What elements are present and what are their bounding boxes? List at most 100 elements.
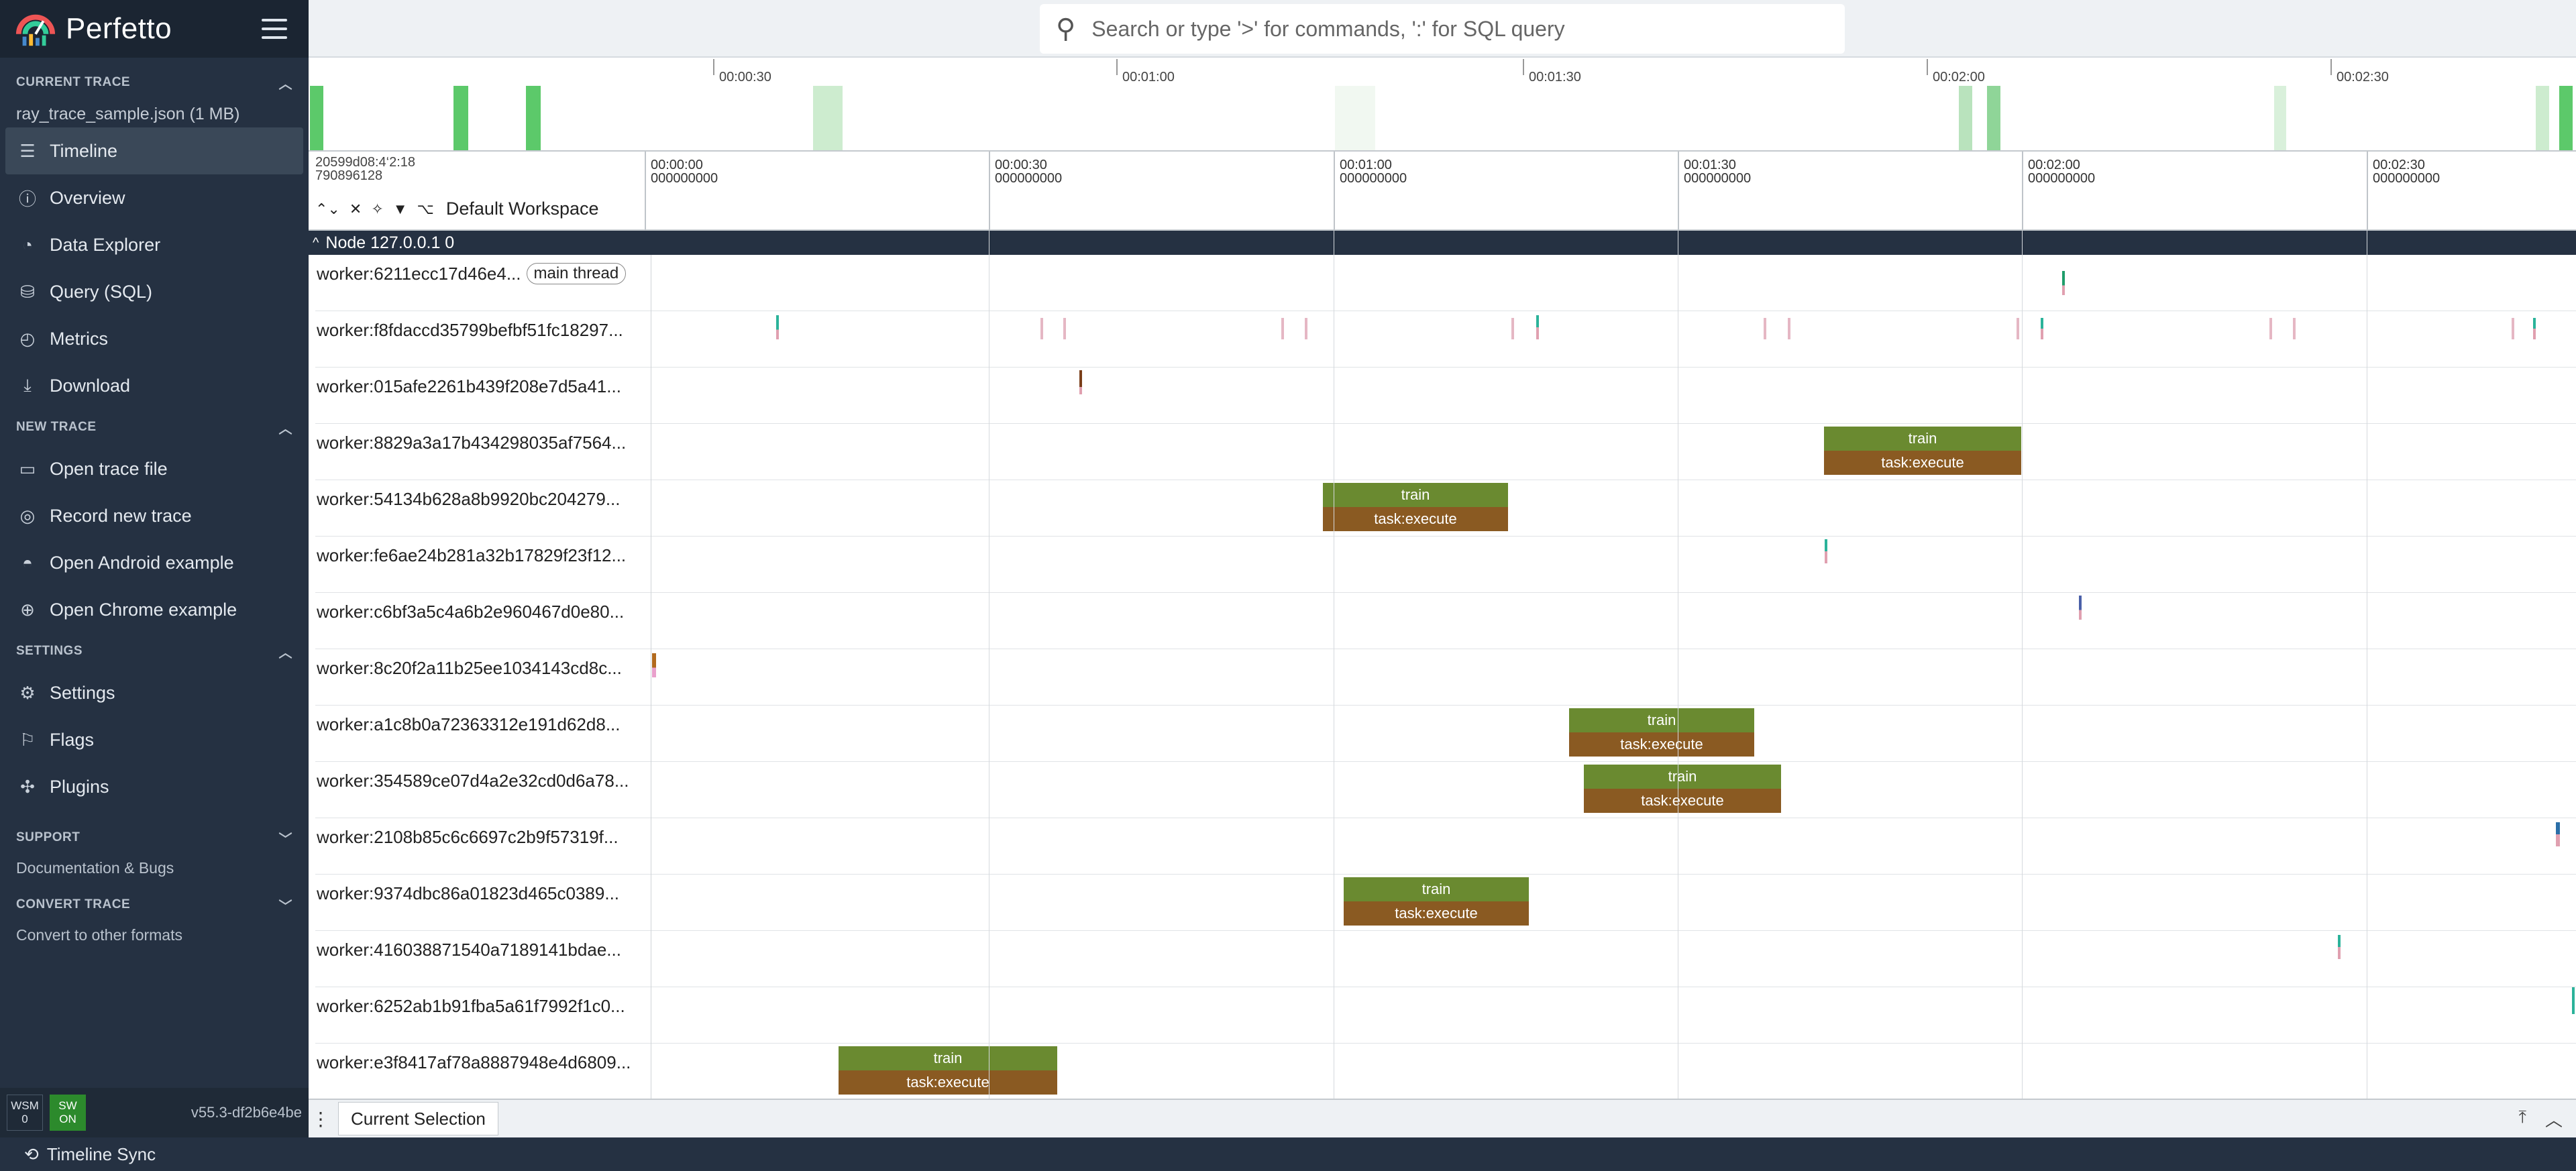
sidebar-item-settings[interactable]: ⚙ Settings xyxy=(0,669,309,716)
event-marker[interactable] xyxy=(1764,318,1766,339)
event-marker[interactable] xyxy=(2062,271,2065,295)
time-ruler[interactable]: 20599d08:4‘2:18 790896128 ⌃⌄ ✕ ✧ ▼ ⌥ Defa… xyxy=(309,152,2576,231)
track-name: worker:c6bf3a5c4a6b2e960467d0e80... xyxy=(317,601,625,622)
event-marker[interactable] xyxy=(2041,318,2043,339)
overview-activity-bar xyxy=(2536,86,2549,150)
overview-timeline[interactable]: 00:00:30 00:01:00 00:01:30 00:02:00 00:0… xyxy=(309,59,2576,152)
search-input[interactable] xyxy=(1091,16,1796,42)
sidebar-item-query[interactable]: ⛁ Query (SQL) xyxy=(0,268,309,315)
event-marker[interactable] xyxy=(2338,935,2341,959)
tab-current-selection[interactable]: Current Selection xyxy=(338,1102,498,1135)
omnibox[interactable]: ⚲ xyxy=(1040,4,1845,54)
event-marker[interactable] xyxy=(1063,318,1066,339)
train-slice[interactable]: train xyxy=(1584,765,1781,789)
sidebar-item-plugins[interactable]: ✣ Plugins xyxy=(0,763,309,810)
event-marker[interactable] xyxy=(1825,539,1827,563)
sidebar-item-metrics[interactable]: ◴ Metrics xyxy=(0,315,309,362)
train-slice[interactable]: train xyxy=(839,1046,1057,1070)
convert-trace-link[interactable]: Convert to other formats xyxy=(0,923,309,947)
section-current-trace[interactable]: CURRENT TRACE ︿ xyxy=(0,64,309,101)
track-row[interactable]: worker:6211ecc17d46e4... main thread xyxy=(315,255,2576,311)
node-group-header[interactable]: ^ Node 127.0.0.1 0 xyxy=(309,231,2576,255)
track-row[interactable]: worker:c6bf3a5c4a6b2e960467d0e80... xyxy=(315,593,2576,649)
event-marker[interactable] xyxy=(1536,315,1539,339)
train-slice[interactable]: train xyxy=(1323,483,1508,507)
track-row[interactable]: worker:8829a3a17b434298035af7564... trai… xyxy=(315,424,2576,480)
train-slice[interactable]: train xyxy=(1344,877,1529,901)
sidebar-item-open-chrome-example[interactable]: ⊕ Open Chrome example xyxy=(0,586,309,633)
unpin-icon[interactable]: ✧ xyxy=(371,201,383,218)
track-area[interactable]: ^ Node 127.0.0.1 0 worker:6211ecc17d46e4.… xyxy=(309,231,2576,1099)
event-marker[interactable] xyxy=(2533,318,2536,339)
expand-all-icon[interactable]: ⌃⌄ xyxy=(315,201,340,218)
event-marker[interactable] xyxy=(1040,318,1043,339)
task-execute-slice[interactable]: task:execute xyxy=(1323,507,1508,531)
track-row[interactable]: worker:a1c8b0a72363312e191d62d8... train… xyxy=(315,706,2576,762)
sidebar-item-data-explorer[interactable]: ◔ Data Explorer xyxy=(0,221,309,268)
workspace-selector[interactable]: Default Workspace xyxy=(446,199,599,219)
track-row[interactable]: worker:416038871540a7189141bdae... xyxy=(315,931,2576,987)
task-execute-slice[interactable]: task:execute xyxy=(1584,789,1781,813)
task-execute-slice[interactable]: task:execute xyxy=(1344,901,1529,926)
event-marker[interactable] xyxy=(1079,370,1082,394)
track-row[interactable]: worker:6252ab1b91fba5a61f7992f1c0... xyxy=(315,987,2576,1044)
task-execute-slice[interactable]: task:execute xyxy=(1824,451,2021,475)
event-marker[interactable] xyxy=(2293,318,2296,339)
event-marker[interactable] xyxy=(1788,318,1790,339)
filter-icon[interactable]: ▼ xyxy=(393,201,408,218)
overview-activity-bar xyxy=(1959,86,1972,150)
collapse-all-icon[interactable]: ✕ xyxy=(350,201,362,218)
overview-tick xyxy=(2330,59,2332,75)
event-marker[interactable] xyxy=(2556,822,2560,846)
track-row[interactable]: worker:9374dbc86a01823d465c0389... train… xyxy=(315,875,2576,931)
train-slice[interactable]: train xyxy=(1569,708,1754,732)
task-execute-slice[interactable]: task:execute xyxy=(839,1070,1057,1095)
track-row[interactable]: worker:354589ce07d4a2e32cd0d6a78... trai… xyxy=(315,762,2576,818)
sidebar-item-open-trace-file[interactable]: ▭ Open trace file xyxy=(0,445,309,492)
section-support[interactable]: SUPPORT ﹀ xyxy=(0,820,309,856)
event-marker[interactable] xyxy=(1305,318,1307,339)
track-row[interactable]: worker:e3f8417af78a8887948e4d6809... tra… xyxy=(315,1044,2576,1099)
track-name: worker:354589ce07d4a2e32cd0d6a78... xyxy=(317,770,629,791)
overview-tick xyxy=(1927,59,1928,75)
pin-to-top-icon[interactable]: ⤒ xyxy=(2518,1107,2526,1131)
track-row[interactable]: worker:54134b628a8b9920bc204279... train… xyxy=(315,480,2576,537)
download-icon: ⤓ xyxy=(23,375,32,395)
sidebar-item-timeline[interactable]: ☰ Timeline xyxy=(5,127,303,174)
event-marker[interactable] xyxy=(2572,987,2575,1014)
event-marker[interactable] xyxy=(1281,318,1284,339)
event-marker[interactable] xyxy=(652,653,656,677)
event-marker[interactable] xyxy=(2512,318,2514,339)
track-row[interactable]: worker:2108b85c6c6697c2b9f57319f... xyxy=(315,818,2576,875)
task-execute-slice[interactable]: task:execute xyxy=(1569,732,1754,757)
expand-panel-icon[interactable]: ︿ xyxy=(2545,1107,2563,1131)
event-marker[interactable] xyxy=(2017,318,2019,339)
section-new-trace[interactable]: NEW TRACE ︿ xyxy=(0,409,309,445)
folder-open-icon: ▭ xyxy=(19,458,36,479)
database-icon: ⛁ xyxy=(20,281,35,302)
sidebar-item-download[interactable]: ⤓ Download xyxy=(0,362,309,409)
timeline-sync-label[interactable]: Timeline Sync xyxy=(47,1144,156,1165)
track-row[interactable]: worker:fe6ae24b281a32b17829f23f12... xyxy=(315,537,2576,593)
section-settings[interactable]: SETTINGS ︿ xyxy=(0,633,309,669)
overview-activity-bar xyxy=(526,86,541,150)
support-docs-link[interactable]: Documentation & Bugs xyxy=(0,856,309,880)
hamburger-menu-icon[interactable] xyxy=(262,16,287,42)
event-marker[interactable] xyxy=(1511,318,1514,339)
more-vert-icon[interactable]: ⋮ xyxy=(309,1108,333,1130)
sidebar-item-flags[interactable]: ⚐ Flags xyxy=(0,716,309,763)
event-marker[interactable] xyxy=(776,315,779,339)
track-name: worker:8829a3a17b434298035af7564... xyxy=(317,432,627,453)
sidebar-item-record-new-trace[interactable]: ◎ Record new trace xyxy=(0,492,309,539)
section-convert-trace[interactable]: CONVERT TRACE ﹀ xyxy=(0,887,309,923)
ruler-tick-label: 00:00:00 000000000 xyxy=(651,158,718,186)
track-row[interactable]: worker:f8fdaccd35799befbf51fc18297... xyxy=(315,311,2576,368)
sidebar-item-overview[interactable]: ⓘ Overview xyxy=(0,174,309,221)
sidebar-item-open-android-example[interactable]: ◓ Open Android example xyxy=(0,539,309,586)
event-marker[interactable] xyxy=(2079,596,2082,620)
track-row[interactable]: worker:015afe2261b439f208e7d5a41... xyxy=(315,368,2576,424)
train-slice[interactable]: train xyxy=(1824,427,2021,451)
track-row[interactable]: worker:8c20f2a11b25ee1034143cd8c... xyxy=(315,649,2576,706)
event-marker[interactable] xyxy=(2269,318,2272,339)
ruler-tick-label: 00:01:00 000000000 xyxy=(1340,158,1407,186)
